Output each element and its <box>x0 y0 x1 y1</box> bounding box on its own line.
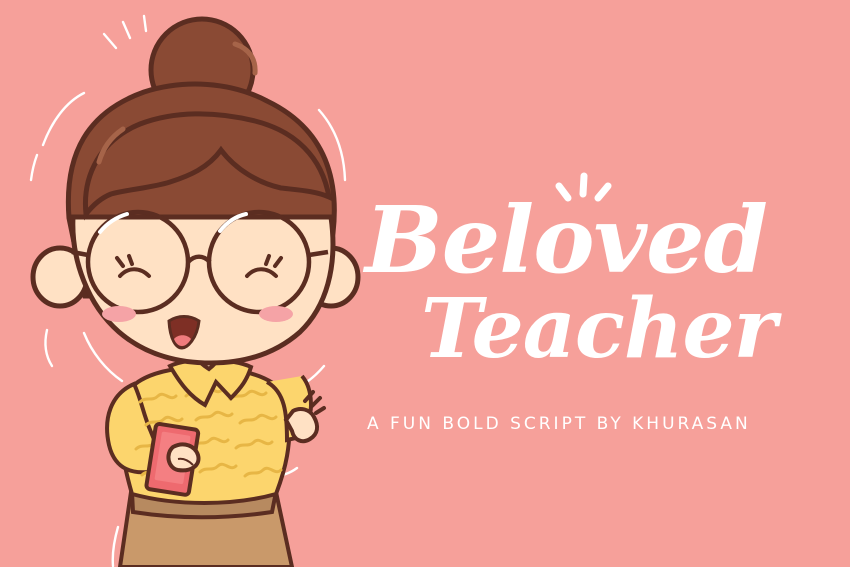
title-line-1: Beloved <box>365 186 768 294</box>
teacher-illustration <box>29 14 361 567</box>
title-line-2: Teacher <box>421 281 777 377</box>
poster: Beloved Teacher A FUN BOLD SCRIPT BY KHU… <box>0 0 850 567</box>
tagline: A FUN BOLD SCRIPT BY KHURASAN <box>367 414 751 434</box>
